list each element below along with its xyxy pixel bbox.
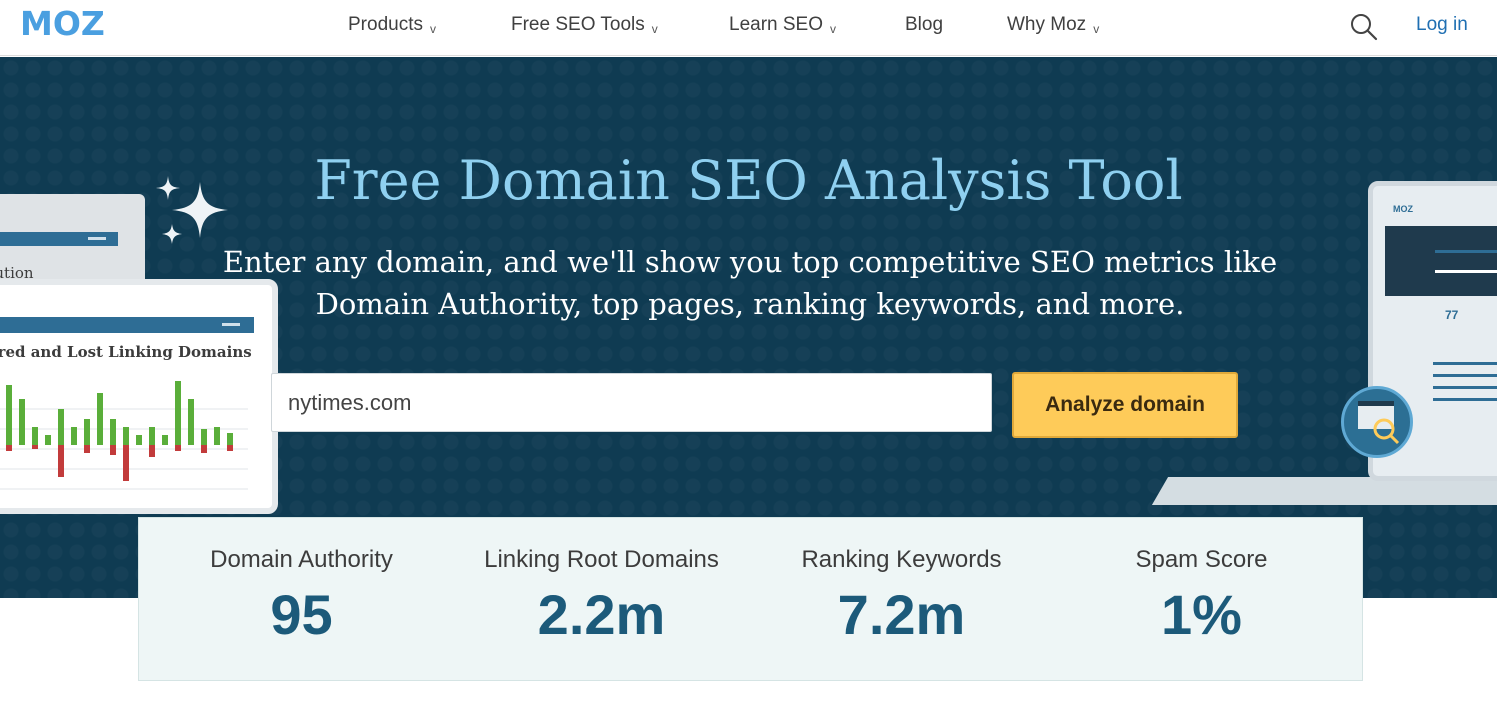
chevron-down-icon: v <box>1093 21 1100 36</box>
card-front-title: ered and Lost Linking Domains <box>0 343 252 361</box>
metric-ranking-keywords: Ranking Keywords 7.2m <box>779 518 1024 682</box>
chevron-down-icon: v <box>830 21 836 36</box>
analyze-domain-button[interactable]: Analyze domain <box>1012 372 1238 438</box>
metric-label: Spam Score <box>1135 546 1268 573</box>
nav-item-why-moz[interactable]: Why Moz v <box>1007 12 1099 38</box>
top-navigation: MOZ Products v Free SEO Tools v Learn SE… <box>0 0 1497 56</box>
nav-item-free-seo-tools[interactable]: Free SEO Tools v <box>511 12 658 38</box>
metric-domain-authority: Domain Authority 95 <box>179 518 424 682</box>
nav-item-label: Products <box>348 14 423 35</box>
nav-item-label: Learn SEO <box>729 14 823 35</box>
nav-item-products[interactable]: Products v <box>348 12 436 38</box>
metric-label: Linking Root Domains <box>484 546 719 573</box>
logo-text: MOZ <box>20 4 105 43</box>
metric-spam-score: Spam Score 1% <box>1089 518 1314 682</box>
search-icon[interactable] <box>1349 12 1379 42</box>
decorative-laptop-base <box>1151 477 1497 505</box>
metric-value: 95 <box>270 583 333 646</box>
domain-search-input[interactable] <box>271 373 992 432</box>
nav-item-label: Why Moz <box>1007 14 1087 35</box>
metric-value: 2.2m <box>537 583 666 646</box>
page-subtitle: Enter any domain, and we'll show you top… <box>222 245 1278 321</box>
chevron-down-icon: v <box>429 21 436 36</box>
nav-item-label: Blog <box>905 14 944 35</box>
metric-label: Ranking Keywords <box>801 546 1002 573</box>
nav-item-label: Free SEO Tools <box>511 14 645 35</box>
nav-item-learn-seo[interactable]: Learn SEO v <box>729 12 836 38</box>
page-title: Free Domain SEO Analysis Tool <box>314 149 1183 212</box>
metric-linking-root-domains: Linking Root Domains 2.2m <box>464 518 739 682</box>
nav-item-blog[interactable]: Blog <box>905 12 943 38</box>
laptop-metric-value: 77 <box>1445 308 1459 322</box>
metric-value: 7.2m <box>837 583 966 646</box>
analytics-badge-icon <box>1341 386 1413 458</box>
decorative-bar-chart <box>0 381 248 490</box>
metric-label: Domain Authority <box>210 546 393 573</box>
metric-value: 1% <box>1161 583 1242 646</box>
chevron-down-icon: v <box>651 21 658 36</box>
login-link[interactable]: Log in <box>1416 12 1468 38</box>
moz-logo[interactable]: MOZ <box>20 4 105 43</box>
metrics-panel: Domain Authority 95 Linking Root Domains… <box>138 517 1363 681</box>
